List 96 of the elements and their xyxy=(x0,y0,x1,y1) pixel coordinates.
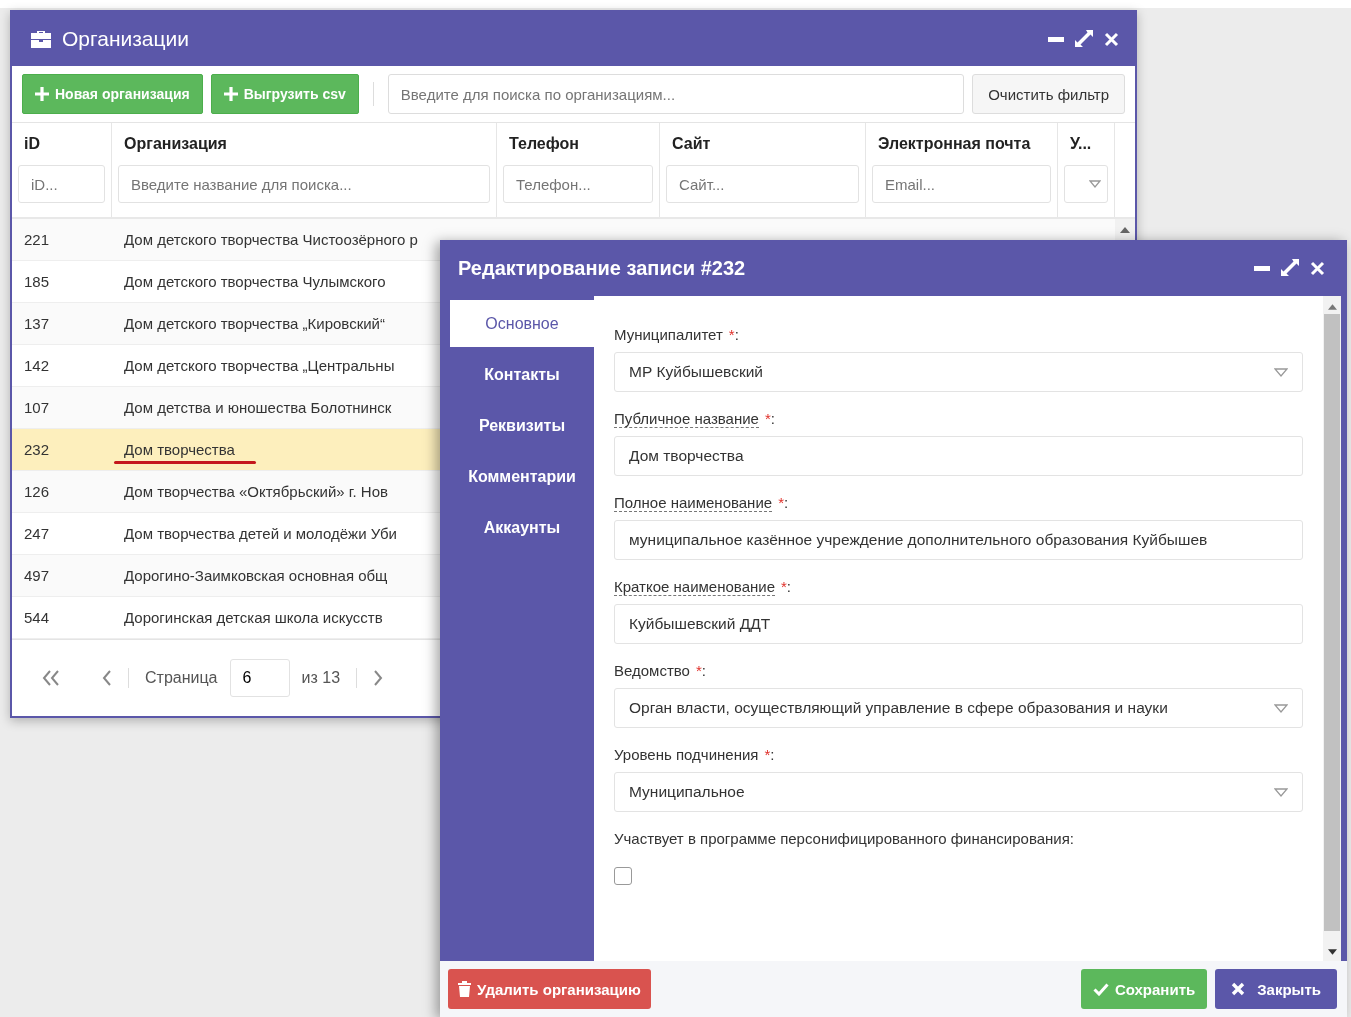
text-field[interactable]: Дом творчества xyxy=(614,436,1303,476)
column-header[interactable]: Электронная почта xyxy=(872,129,1051,153)
filter-field[interactable]: iD... xyxy=(18,165,105,203)
page-field[interactable]: 6 xyxy=(229,658,290,697)
scroll-down-icon[interactable] xyxy=(1327,949,1337,955)
field-label: Публичное название xyxy=(614,410,759,428)
colon: : xyxy=(786,578,791,595)
organization-cell: Дорогинская детская школа искусств xyxy=(124,608,383,626)
dropdown-field[interactable]: Орган власти, осуществляющий управление в сфере образования и науки xyxy=(614,688,1303,728)
caret-down-icon xyxy=(1089,180,1101,188)
colon: : xyxy=(701,662,706,679)
id-cell: 221 xyxy=(24,230,50,248)
required-mark: * xyxy=(728,326,735,343)
tab[interactable]: Комментарии xyxy=(450,453,594,500)
required-mark: * xyxy=(764,410,771,427)
id-cell: 126 xyxy=(24,482,50,500)
organization-cell: Дом творчества xyxy=(124,440,235,458)
required-mark: * xyxy=(778,494,784,511)
caret-down-icon xyxy=(1274,703,1288,713)
field-label: Муниципалитет xyxy=(614,326,723,343)
organization-cell: Дом детства и юношества Болотнинск xyxy=(124,398,392,416)
tab[interactable]: Основное xyxy=(450,300,594,347)
organization-cell: Дом детского творчества „Кировский“ xyxy=(124,314,385,332)
search-field[interactable]: Введите для поиска по организациям... xyxy=(387,74,965,114)
trash-icon xyxy=(458,981,471,997)
organization-cell: Дом творчества «Октябрьский» г. Нов xyxy=(124,482,388,500)
required-mark: * xyxy=(695,662,702,679)
minimize-icon[interactable] xyxy=(1048,36,1064,42)
first-page-icon[interactable] xyxy=(42,669,60,686)
filter-field[interactable]: Email... xyxy=(872,165,1051,203)
column-header[interactable]: Организация xyxy=(118,129,490,153)
organization-cell: Дорогино-Заимковская основная общ xyxy=(124,566,388,584)
organization-cell: Дом детского творчества Чулымского xyxy=(124,272,386,290)
tab[interactable]: Аккаунты xyxy=(450,504,594,551)
colon: : xyxy=(734,326,739,343)
expand-icon[interactable] xyxy=(1280,258,1300,278)
filter-field[interactable]: Сайт... xyxy=(666,165,859,203)
scrollbar-thumb[interactable] xyxy=(1324,314,1340,931)
scroll-up-icon[interactable] xyxy=(1327,304,1337,310)
id-cell: 247 xyxy=(24,524,50,542)
dropdown-value: МР Куйбышевский xyxy=(629,363,763,381)
dropdown-value: Муниципальное xyxy=(629,783,745,801)
organization-cell: Дом творчества детей и молодёжи Уби xyxy=(124,524,397,542)
id-cell: 185 xyxy=(24,272,50,290)
tab[interactable]: Реквизиты xyxy=(450,402,594,449)
required-mark: * xyxy=(781,578,787,595)
field-label: Полное наименование xyxy=(614,494,773,512)
clear-filter-button[interactable]: Очистить фильтр xyxy=(972,74,1125,114)
window-title: Организации xyxy=(62,27,190,51)
close-button[interactable]: Закрыть xyxy=(1215,969,1337,1009)
colon: : xyxy=(770,410,775,427)
column-header[interactable]: iD xyxy=(18,129,105,153)
text-field[interactable]: Куйбышевский ДДТ xyxy=(614,604,1303,644)
id-cell: 232 xyxy=(24,440,50,458)
delete-organization-button[interactable]: Удалить организацию xyxy=(448,969,651,1009)
scrollbar[interactable] xyxy=(1323,296,1341,961)
check-icon xyxy=(1092,982,1109,996)
checkbox-label: Участвует в программе персонифицированного финансирования: xyxy=(614,830,1075,847)
organization-cell: Дом детского творчества „Центральны xyxy=(124,356,395,374)
caret-down-icon xyxy=(1274,367,1288,377)
field-label: Краткое наименование xyxy=(614,578,775,596)
next-page-icon[interactable] xyxy=(373,669,384,686)
plus-icon xyxy=(223,87,238,101)
caret-down-icon xyxy=(1274,787,1288,797)
minimize-icon[interactable] xyxy=(1254,265,1270,271)
tab[interactable]: Контакты xyxy=(450,351,594,398)
field-label: Уровень подчинения xyxy=(614,746,759,763)
colon: : xyxy=(783,494,789,511)
column-header[interactable]: Сайт xyxy=(666,129,859,153)
column-header[interactable]: У... xyxy=(1064,129,1108,153)
id-cell: 107 xyxy=(24,398,50,416)
checkbox[interactable] xyxy=(614,867,632,885)
page-count: из 13 xyxy=(301,668,341,687)
id-cell: 544 xyxy=(24,608,50,626)
field-label: Ведомство xyxy=(614,662,690,679)
id-cell: 497 xyxy=(24,566,50,584)
filter-field[interactable]: Введите название для поиска... xyxy=(118,165,490,203)
previous-page-icon[interactable] xyxy=(102,669,112,686)
briefcase-icon xyxy=(30,30,52,48)
colon: : xyxy=(770,746,775,763)
filter-field[interactable]: Телефон... xyxy=(503,165,653,203)
column-header[interactable]: Телефон xyxy=(503,129,653,153)
scroll-up-icon[interactable] xyxy=(1120,226,1130,233)
dropdown-field[interactable]: Муниципальное xyxy=(614,772,1303,812)
page-label: Страница xyxy=(145,668,218,687)
expand-icon[interactable] xyxy=(1074,29,1094,49)
plus-icon xyxy=(35,87,49,101)
close-icon[interactable] xyxy=(1310,260,1325,276)
id-cell: 137 xyxy=(24,314,50,332)
dropdown-value: Орган власти, осуществляющий управление в сфере образования и науки xyxy=(629,699,1168,717)
dropdown-field[interactable]: МР Куйбышевский xyxy=(614,352,1303,392)
close-icon xyxy=(1231,982,1246,996)
id-cell: 142 xyxy=(24,356,50,374)
close-icon[interactable] xyxy=(1104,31,1119,47)
text-field[interactable]: муниципальное казённое учреждение дополнительного образования Куйбышев xyxy=(614,520,1303,560)
organization-cell: Дом детского творчества Чистоозёрного р xyxy=(124,230,418,248)
